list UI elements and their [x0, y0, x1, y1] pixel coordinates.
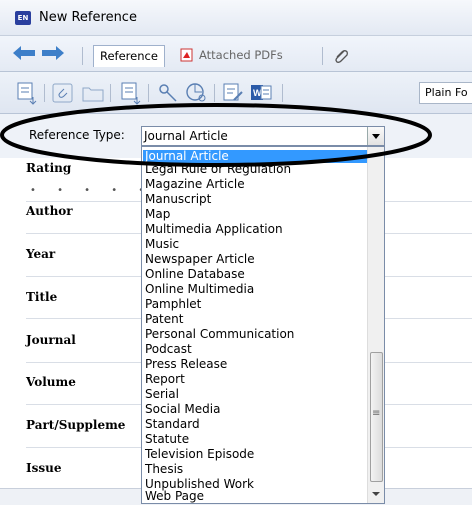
dropdown-option[interactable]: Serial — [143, 388, 367, 401]
scrollbar-thumb[interactable] — [370, 352, 383, 482]
dropdown-option[interactable]: Magazine Article — [143, 178, 367, 191]
back-arrow-icon[interactable] — [13, 46, 35, 60]
field-label-title: Title — [26, 290, 58, 304]
toolbar-separator — [82, 47, 83, 65]
word-icon[interactable]: W — [248, 80, 274, 106]
dropdown-option[interactable]: Music — [143, 238, 367, 251]
tab-reference[interactable]: Reference — [93, 45, 165, 67]
reference-type-dropdown[interactable]: Journal Article Legal Rule or Regulation… — [141, 146, 385, 504]
dropdown-option[interactable]: Podcast — [143, 343, 367, 356]
field-label-part: Part/Suppleme — [26, 418, 126, 432]
reference-type-select[interactable]: Journal Article — [141, 126, 385, 146]
field-label-author: Author — [26, 204, 73, 218]
dropdown-option[interactable]: Multimedia Application — [143, 223, 367, 236]
toolbar-separator — [110, 84, 111, 102]
tab-toolbar: Reference Attached PDFs — [0, 36, 472, 72]
tab-attached-pdfs[interactable]: Attached PDFs — [180, 45, 283, 67]
scroll-down-icon[interactable] — [368, 487, 384, 501]
window-title: New Reference — [39, 10, 137, 25]
forward-arrow-icon[interactable] — [42, 46, 64, 60]
rating-stars[interactable]: • • • • • — [30, 185, 153, 196]
dropdown-option[interactable]: Statute — [143, 433, 367, 446]
toolbar-separator — [148, 84, 149, 102]
dropdown-option[interactable]: Personal Communication — [143, 328, 367, 341]
dropdown-option[interactable]: Pamphlet — [143, 298, 367, 311]
field-label-year: Year — [26, 247, 56, 261]
dropdown-option[interactable]: Manuscript — [143, 193, 367, 206]
field-label-rating: Rating — [26, 161, 72, 175]
field-label-issue: Issue — [26, 461, 62, 475]
globe-search-icon[interactable] — [184, 80, 210, 106]
folder-icon[interactable] — [80, 80, 106, 106]
toolbar-separator — [282, 84, 283, 102]
reference-type-value: Journal Article — [144, 129, 228, 143]
pdf-icon — [180, 48, 196, 62]
document-down-icon[interactable] — [118, 80, 144, 106]
field-label-journal: Journal — [26, 333, 76, 347]
toolbar-separator — [322, 47, 323, 65]
toolbar-separator — [214, 84, 215, 102]
dropdown-option[interactable]: Social Media — [143, 403, 367, 416]
dropdown-option[interactable]: Television Episode — [143, 448, 367, 461]
dropdown-option[interactable]: Web Page — [143, 490, 367, 503]
link-icon[interactable] — [50, 80, 76, 106]
key-icon[interactable] — [156, 80, 182, 106]
dropdown-option[interactable]: Legal Rule or Regulation — [143, 163, 367, 176]
dropdown-option[interactable]: Press Release — [143, 358, 367, 371]
dropdown-option[interactable]: Patent — [143, 313, 367, 326]
toolbar-separator — [44, 84, 45, 102]
chevron-down-icon[interactable] — [367, 127, 384, 145]
field-label-volume: Volume — [26, 375, 76, 389]
dropdown-scrollbar[interactable] — [367, 147, 384, 503]
dropdown-option[interactable]: Report — [143, 373, 367, 386]
dropdown-option[interactable]: Thesis — [143, 463, 367, 476]
dropdown-option[interactable]: Online Multimedia — [143, 283, 367, 296]
paperclip-icon[interactable] — [333, 48, 349, 64]
tab-attached-pdfs-label: Attached PDFs — [199, 48, 283, 62]
title-bar: EN New Reference — [0, 0, 472, 36]
dropdown-option[interactable]: Standard — [143, 418, 367, 431]
reference-type-label: Reference Type: — [29, 128, 125, 142]
font-select[interactable]: Plain Fo — [419, 82, 472, 104]
save-down-icon[interactable] — [14, 80, 40, 106]
dropdown-option[interactable]: Online Database — [143, 268, 367, 281]
endnote-logo-icon: EN — [15, 11, 31, 25]
action-toolbar: W Plain Fo — [0, 72, 472, 114]
dropdown-option[interactable]: Map — [143, 208, 367, 221]
dropdown-option[interactable]: Newspaper Article — [143, 253, 367, 266]
edit-document-icon[interactable] — [220, 80, 246, 106]
